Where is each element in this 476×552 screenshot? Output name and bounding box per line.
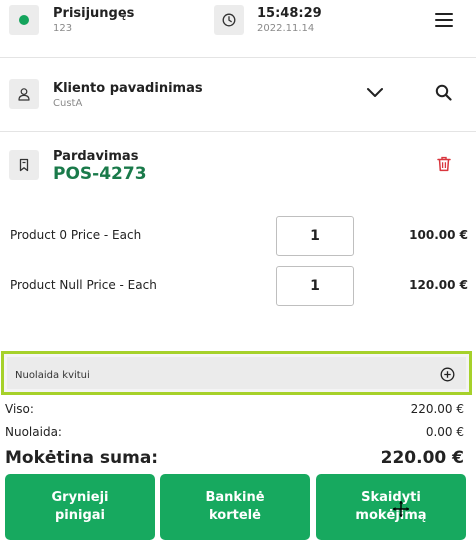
card-payment-label: Bankinė kortelė bbox=[205, 490, 265, 523]
card-payment-button[interactable]: Bankinė kortelė bbox=[160, 474, 310, 540]
total-label: Mokėtina suma: bbox=[5, 448, 159, 468]
item-name: Product 0 Price - Each bbox=[10, 228, 142, 242]
discount-row: Nuolaida: 0.00 € bbox=[5, 425, 464, 439]
list-item[interactable]: Product Null Price - Each 1 120.00 € bbox=[0, 266, 476, 306]
sale-title: Pardavimas bbox=[53, 149, 139, 164]
chevron-down-icon[interactable] bbox=[366, 87, 384, 99]
split-payment-label: Skaidyti mokėjimą bbox=[355, 490, 427, 523]
current-date: 2022.11.14 bbox=[257, 23, 315, 34]
subtotal-label: Viso: bbox=[5, 402, 34, 416]
sale-header: Pardavimas POS-4273 bbox=[0, 132, 476, 198]
current-time: 15:48:29 bbox=[257, 6, 322, 21]
quantity-field[interactable]: 1 bbox=[276, 266, 354, 306]
subtotal-value: 220.00 € bbox=[410, 402, 464, 416]
plus-circle-icon[interactable] bbox=[440, 367, 455, 382]
sale-icon-box bbox=[9, 150, 39, 180]
status-label: Prisijungęs bbox=[53, 6, 135, 21]
discount-total-label: Nuolaida: bbox=[5, 425, 62, 439]
quantity-field[interactable]: 1 bbox=[276, 216, 354, 256]
item-name: Product Null Price - Each bbox=[10, 278, 157, 292]
status-indicator bbox=[9, 5, 39, 35]
sale-id: POS-4273 bbox=[53, 164, 147, 184]
discount-label: Nuolaida kvitui bbox=[15, 370, 90, 381]
customer-selector[interactable]: Kliento pavadinimas CustA bbox=[0, 58, 476, 132]
user-icon bbox=[18, 88, 30, 101]
discount-total-value: 0.00 € bbox=[425, 425, 464, 439]
bookmark-icon bbox=[19, 158, 29, 172]
split-payment-button[interactable]: Skaidyti mokėjimą bbox=[316, 474, 466, 540]
status-dot-icon bbox=[19, 15, 29, 25]
search-icon[interactable] bbox=[435, 84, 452, 101]
cash-payment-label: Grynieji pinigai bbox=[51, 490, 109, 523]
customer-avatar bbox=[9, 79, 39, 109]
clock-icon bbox=[222, 13, 236, 27]
total-value: 220.00 € bbox=[380, 448, 464, 468]
hamburger-menu-icon[interactable] bbox=[435, 13, 453, 27]
receipt-discount-button[interactable]: Nuolaida kvitui bbox=[1, 351, 472, 395]
top-header: Prisijungęs 123 15:48:29 2022.11.14 bbox=[0, 0, 476, 58]
item-price: 100.00 € bbox=[409, 228, 468, 242]
cash-payment-button[interactable]: Grynieji pinigai bbox=[5, 474, 155, 540]
customer-title: Kliento pavadinimas bbox=[53, 81, 203, 96]
clock-box bbox=[214, 5, 244, 35]
customer-name: CustA bbox=[53, 98, 83, 109]
trash-icon[interactable] bbox=[437, 156, 451, 172]
list-item[interactable]: Product 0 Price - Each 1 100.00 € bbox=[0, 216, 476, 256]
item-price: 120.00 € bbox=[409, 278, 468, 292]
total-row: Mokėtina suma: 220.00 € bbox=[5, 448, 464, 468]
subtotal-row: Viso: 220.00 € bbox=[5, 402, 464, 416]
status-sub: 123 bbox=[53, 23, 73, 34]
